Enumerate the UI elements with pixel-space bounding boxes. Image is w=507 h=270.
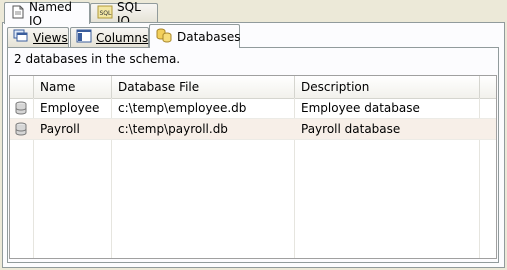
database-icon	[14, 122, 28, 142]
header-filler	[480, 76, 496, 98]
tab-databases-label: Databases	[177, 29, 241, 44]
sql-icon: SQL	[97, 5, 113, 22]
databases-table[interactable]: Name Database File Description Employee …	[9, 75, 497, 259]
header-icon-column[interactable]	[10, 76, 34, 98]
columns-icon	[76, 29, 92, 46]
tab-sql-io[interactable]: SQL SQL IO	[90, 0, 158, 28]
tab-named-io-label: Named IO	[29, 0, 73, 28]
cell-database-file: c:\temp\employee.db	[118, 101, 247, 115]
document-icon	[11, 5, 25, 22]
cell-name: Employee	[40, 101, 100, 115]
cell-description: Employee database	[301, 101, 420, 115]
svg-text:SQL: SQL	[100, 10, 113, 17]
tab-columns[interactable]: Columns	[70, 27, 149, 47]
views-icon	[13, 29, 29, 46]
header-description[interactable]: Description	[295, 76, 480, 98]
tab-views[interactable]: Views	[7, 27, 69, 47]
table-row-selected[interactable]: Payroll c:\temp\payroll.db Payroll datab…	[10, 119, 496, 140]
cell-name: Payroll	[40, 122, 80, 136]
header-name[interactable]: Name	[34, 76, 112, 98]
cell-database-file: c:\temp\payroll.db	[118, 122, 228, 136]
cell-description: Payroll database	[301, 122, 401, 136]
table-row[interactable]: Employee c:\temp\employee.db Employee da…	[10, 98, 496, 119]
database-icon	[14, 101, 28, 121]
header-database-file[interactable]: Database File	[112, 76, 295, 98]
tab-views-label: Views	[33, 30, 68, 45]
status-text: 2 databases in the schema.	[14, 52, 181, 66]
databases-icon	[155, 27, 173, 46]
tab-columns-label: Columns	[96, 30, 149, 45]
table-header: Name Database File Description	[10, 76, 496, 99]
tab-databases[interactable]: Databases	[149, 24, 241, 48]
tab-named-io[interactable]: Named IO	[4, 0, 90, 28]
